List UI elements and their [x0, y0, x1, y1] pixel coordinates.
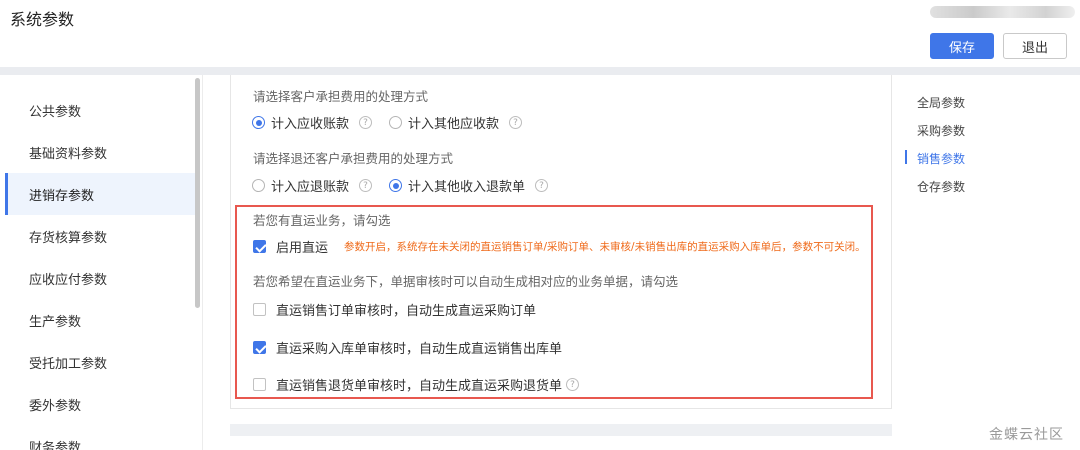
radio-selected[interactable] — [389, 179, 402, 192]
option-label: 直运销售订单审核时，自动生成直运采购订单 — [276, 304, 537, 319]
auto-outbound-from-inbound[interactable]: 直运采购入库单审核时，自动生成直运销售出库单 — [253, 338, 562, 357]
option-label: 直运采购入库单审核时，自动生成直运销售出库单 — [276, 342, 563, 357]
auto-purchase-return-from-sales-return[interactable]: 直运销售退货单审核时，自动生成直运采购退货单 ? — [253, 375, 580, 394]
help-icon[interactable]: ? — [535, 179, 549, 192]
left-nav: 公共参数 基础资料参数 进销存参数 存货核算参数 应收应付参数 生产参数 受托加… — [5, 75, 203, 450]
nav-item-finance[interactable]: 财务参数 — [5, 425, 195, 450]
enable-direct-shipping[interactable]: 启用直运 参数开启，系统存在未关闭的直运销售订单/采购订单、未审核/未销售出库的… — [253, 237, 866, 256]
anchor-item-sales[interactable]: 销售参数 — [917, 150, 965, 167]
nav-item-inventory[interactable]: 进销存参数 — [5, 173, 195, 215]
option-label: 启用直运 — [276, 241, 329, 256]
help-icon[interactable]: ? — [359, 179, 373, 192]
help-icon[interactable]: ? — [359, 116, 373, 129]
customer-fee-option-receivable[interactable]: 计入应收账款 ? — [252, 113, 373, 132]
nav-item-stock-costing[interactable]: 存货核算参数 — [5, 215, 195, 257]
option-label: 计入其他应收款 — [408, 117, 500, 132]
nav-item-production[interactable]: 生产参数 — [5, 299, 195, 341]
nav-item-entrusted-processing[interactable]: 受托加工参数 — [5, 341, 195, 383]
nav-item-outsourcing[interactable]: 委外参数 — [5, 383, 195, 425]
content-panel-bottom — [230, 424, 892, 436]
refund-fee-label: 请选择退还客户承担费用的处理方式 — [253, 151, 454, 166]
refund-fee-option-refundable[interactable]: 计入应退账款 ? — [252, 176, 373, 195]
warning-note: 参数开启，系统存在未关闭的直运销售订单/采购订单、未审核/未销售出库的直运采购入… — [344, 241, 866, 253]
anchor-item-global[interactable]: 全局参数 — [917, 94, 965, 111]
watermark: 金蝶云社区 — [989, 427, 1064, 443]
auto-po-from-so[interactable]: 直运销售订单审核时，自动生成直运采购订单 — [253, 300, 536, 319]
checkbox-checked[interactable] — [253, 341, 266, 354]
direct-shipping-intro: 若您有直运业务，请勾选 — [253, 213, 391, 228]
nav-item-basic-data[interactable]: 基础资料参数 — [5, 131, 195, 173]
help-icon[interactable]: ? — [509, 116, 523, 129]
nav-item-public[interactable]: 公共参数 — [5, 89, 195, 131]
checkbox-checked[interactable] — [253, 240, 266, 253]
refund-fee-option-other-income[interactable]: 计入其他收入退款单 ? — [389, 176, 549, 195]
page-title: 系统参数 — [10, 10, 75, 29]
exit-button[interactable]: 退出 — [1003, 33, 1067, 59]
nav-item-receivable-payable[interactable]: 应收应付参数 — [5, 257, 195, 299]
option-label: 计入应收账款 — [271, 117, 350, 132]
option-label: 计入其他收入退款单 — [408, 180, 526, 195]
checkbox-unchecked[interactable] — [253, 378, 266, 391]
anchor-item-warehouse[interactable]: 仓存参数 — [917, 178, 965, 195]
help-icon[interactable]: ? — [566, 378, 580, 391]
option-label: 直运销售退货单审核时，自动生成直运采购退货单 — [276, 379, 563, 394]
radio-unselected[interactable] — [389, 116, 402, 129]
save-button[interactable]: 保存 — [930, 33, 994, 59]
user-info-blurred — [930, 6, 1075, 18]
option-label: 计入应退账款 — [271, 180, 350, 195]
header-divider — [0, 67, 1080, 75]
auto-generate-intro: 若您希望在直运业务下，单据审核时可以自动生成相对应的业务单据，请勾选 — [253, 274, 679, 289]
anchor-active-indicator — [905, 150, 907, 164]
radio-selected[interactable] — [252, 116, 265, 129]
anchor-item-purchase[interactable]: 采购参数 — [917, 122, 965, 139]
customer-fee-label: 请选择客户承担费用的处理方式 — [253, 89, 429, 104]
checkbox-unchecked[interactable] — [253, 303, 266, 316]
left-nav-scrollbar[interactable] — [195, 78, 200, 308]
radio-unselected[interactable] — [252, 179, 265, 192]
customer-fee-option-other[interactable]: 计入其他应收款 ? — [389, 113, 523, 132]
